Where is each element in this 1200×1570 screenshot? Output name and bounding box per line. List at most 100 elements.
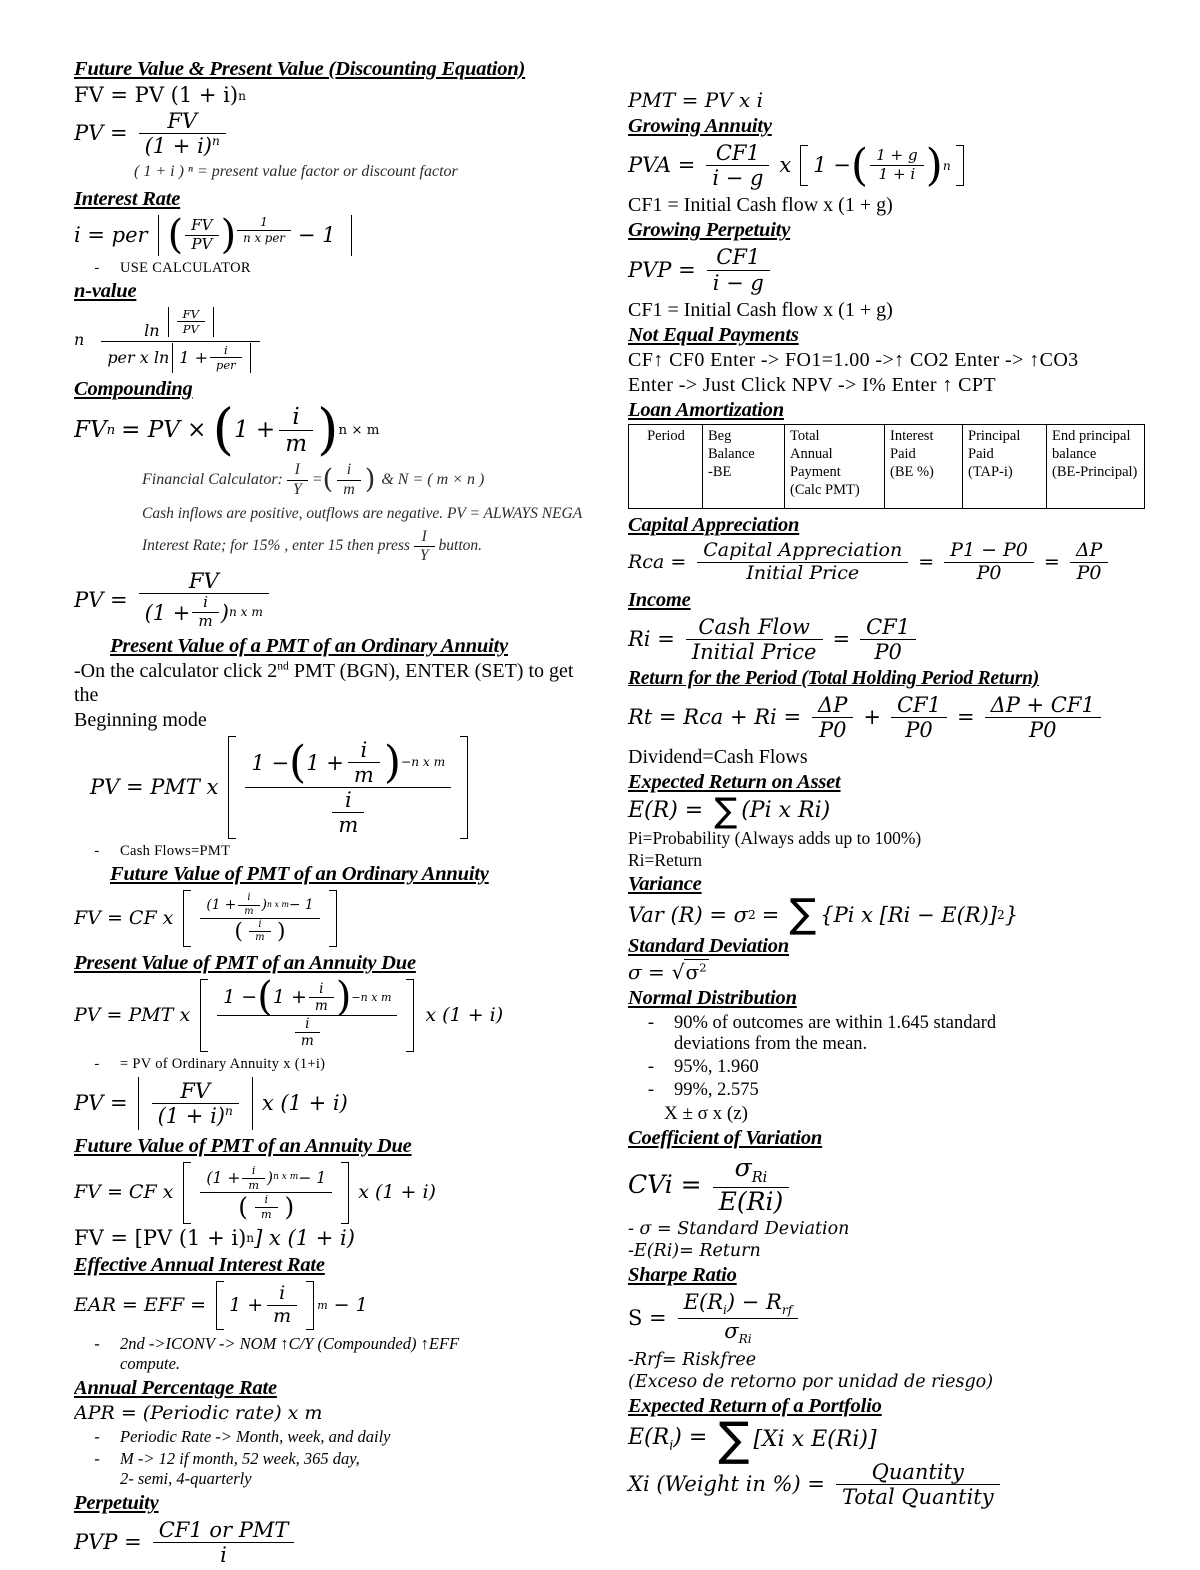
nv-lhs: n (74, 329, 85, 349)
pvd2-den: (1 + i)n (151, 1102, 239, 1127)
calc-bgn-instruction: -On the calculator click 2nd PMT (BGN), … (74, 659, 592, 707)
bullet-periodic-rate: - Periodic Rate -> Month, week, and dail… (74, 1427, 592, 1447)
bullet-99-percent: - 99%, 2.575 (628, 1080, 1146, 1101)
pvd-den-m: m (294, 1032, 320, 1049)
formula-capital-appreciation: Rca = Capital Appreciation Initial Price… (628, 540, 1146, 584)
comp-one-plus: 1 + (233, 416, 276, 443)
nd-line1: 90% of outcomes are within 1.645 standar… (674, 1012, 997, 1033)
fvd-tail: x (1 + i) (358, 1181, 436, 1204)
pvc-den-exp: n x m (228, 605, 263, 620)
pvo-paren-close: ) (383, 737, 402, 788)
sd-body: σ (685, 960, 700, 985)
perp-den: i (152, 1542, 295, 1566)
right-column: PMT = PV x i Growing Annuity PVA = CF1 i… (628, 56, 1146, 1512)
bullet-text: USE CALCULATOR (120, 260, 251, 277)
fvd-fraction: (1 + i m ) n x m − 1 (i m) (200, 1165, 333, 1221)
bullet-cash-flows-pmt: - Cash Flows=PMT (74, 843, 592, 860)
calc-fm: m (337, 479, 361, 499)
loan-amortization-table: Period Beg Balance -BE Total Annual Payment(… (628, 423, 1145, 509)
comp-paren-open: ( (212, 398, 234, 463)
nv-i-per: i per (209, 344, 242, 372)
fvo-i: i (247, 892, 251, 904)
pvd-fraction: 1 − ( 1 + i m ) −n x m i m (217, 977, 398, 1049)
ga-x: x (779, 153, 792, 178)
ga-exponent: n (942, 158, 951, 173)
heading-pv-pmt-annuity-due: Present Value of PMT of an Annuity Due (74, 951, 416, 974)
radical-sign: √ (671, 960, 685, 985)
ir-bracket-inner: ( FV PV ) 1 n x per − 1 (163, 215, 347, 256)
heading-pv-pmt-ordinary-annuity: Present Value of a PMT of an Ordinary An… (110, 634, 509, 657)
pv-denominator: (1 + i)n (138, 133, 226, 159)
nd-line2: deviations from the mean. (674, 1033, 868, 1054)
pvo-i-m: i m (347, 739, 380, 786)
pvd-tail: x (1 + i) (425, 1003, 504, 1026)
sr-num: E(Ri) − Rrf (678, 1291, 799, 1318)
nv-den-bracket: 1 + i per (172, 343, 251, 373)
inc-fraction-1: Cash Flow Initial Price (685, 616, 823, 663)
pvc-den-close: ) (220, 600, 229, 625)
fvd-i-m: i m (242, 1165, 266, 1192)
var-lhs-exp: 2 (747, 908, 756, 923)
cv-num: σRi (729, 1154, 774, 1187)
heading-growing-annuity: Growing Annuity (628, 115, 772, 137)
erp-lhs-post: ) = (673, 1424, 708, 1450)
fvd-bracket-left (183, 1161, 192, 1224)
gp-den: i − g (706, 269, 770, 294)
nv-numerator: ln FV PV (138, 307, 223, 341)
comp-lhs-sub: n (106, 422, 116, 438)
pvd2-num: FV (180, 1078, 211, 1103)
pv-den-base: (1 + i) (144, 134, 212, 159)
thpr-f3-den: P0 (984, 717, 1101, 741)
sr-den-sigma: σ (724, 1319, 739, 1344)
ga-one-minus: 1 − (813, 153, 851, 178)
sr-fraction: E(Ri) − Rrf σRi (677, 1291, 799, 1346)
perp-fraction: CF1 or PMT i (152, 1519, 295, 1566)
pvd-one-plus: 1 + (272, 985, 307, 1008)
heading-sharpe-ratio: Sharpe Ratio (628, 1264, 737, 1287)
left-column: Future Value & Present Value (Discountin… (74, 56, 592, 1570)
ga-f1-num: CF1 (715, 141, 760, 166)
wx-fraction: Quantity Total Quantity (835, 1461, 1000, 1508)
note-cf1-growing-perpetuity: CF1 = Initial Cash flow x (1 + g) (628, 298, 893, 321)
thpr-f3-num: ΔP + CF1 (990, 693, 1095, 718)
pvd-lhs: PV = PMT x (74, 1003, 191, 1026)
pvo-exp: −n x m (401, 755, 446, 770)
calc-paren-close: ) (364, 464, 376, 496)
formula-fv-pmt-annuity-due: FV = CF x (1 + i m ) n x m − 1 (i m) x… (74, 1161, 592, 1224)
ear-m: m (267, 1305, 298, 1327)
formula-pv: PV = FV (1 + i)n (74, 110, 592, 157)
ir-exp-den: n x per (237, 229, 291, 244)
note-rate-pre: Interest Rate; for 15% , enter 15 then p… (142, 537, 410, 555)
thpr-f2-den: P0 (890, 717, 947, 741)
fvo-bracket-left (183, 890, 192, 947)
ir-exponent-fraction: 1 n x per (237, 216, 291, 244)
th-principal-paid: Principal Paid (TAP-i) (962, 423, 1047, 509)
era-lhs: E(R) = (628, 798, 704, 824)
fvo-minus: − 1 (289, 897, 314, 914)
note-sigma-std-dev: - σ = Standard Deviation (628, 1219, 850, 1240)
sr-num-pre: E(R (683, 1290, 724, 1315)
pvd2-tail: x (1 + i) (261, 1090, 348, 1115)
var-eq: = (761, 902, 780, 927)
ca-f3-den: P0 (1069, 562, 1109, 584)
bullet-text: = PV of Ordinary Annuity x (1+i) (120, 1055, 326, 1072)
fvd-den-i: i (264, 1193, 269, 1207)
nep-line2: Enter -> Just Click NPV -> I% Enter ↑ CP… (628, 373, 997, 396)
note-interest-rate-entry: Interest Rate; for 15% , enter 15 then p… (142, 528, 592, 565)
fvd-bracket-inner: (1 + i m ) n x m − 1 (i m) (191, 1162, 341, 1224)
fvo-den-i-m: i m (249, 919, 271, 944)
ga-fraction-2: 1 + g 1 + i (870, 147, 924, 183)
ca-eq1: = (918, 551, 935, 574)
thpr-f1-den: P0 (812, 717, 854, 741)
ga-bracket-right (955, 145, 964, 187)
calc-eq: = (311, 471, 323, 489)
ga-f2-den: 1 + i (870, 165, 924, 183)
fvd2-pre: FV = [PV (1 + i) (74, 1225, 247, 1250)
nv-den-pre: per x ln (107, 347, 170, 367)
inc-lhs: Ri = (628, 627, 675, 652)
note-financial-calculator: Financial Calculator: I Y = ( i m ) & N … (142, 461, 592, 499)
thpr-plus: + (863, 705, 881, 730)
ear-i: i (279, 1282, 286, 1305)
var-rhs: {Pi x [Ri − E(R)] (820, 902, 997, 927)
comp-i: i (292, 403, 300, 430)
